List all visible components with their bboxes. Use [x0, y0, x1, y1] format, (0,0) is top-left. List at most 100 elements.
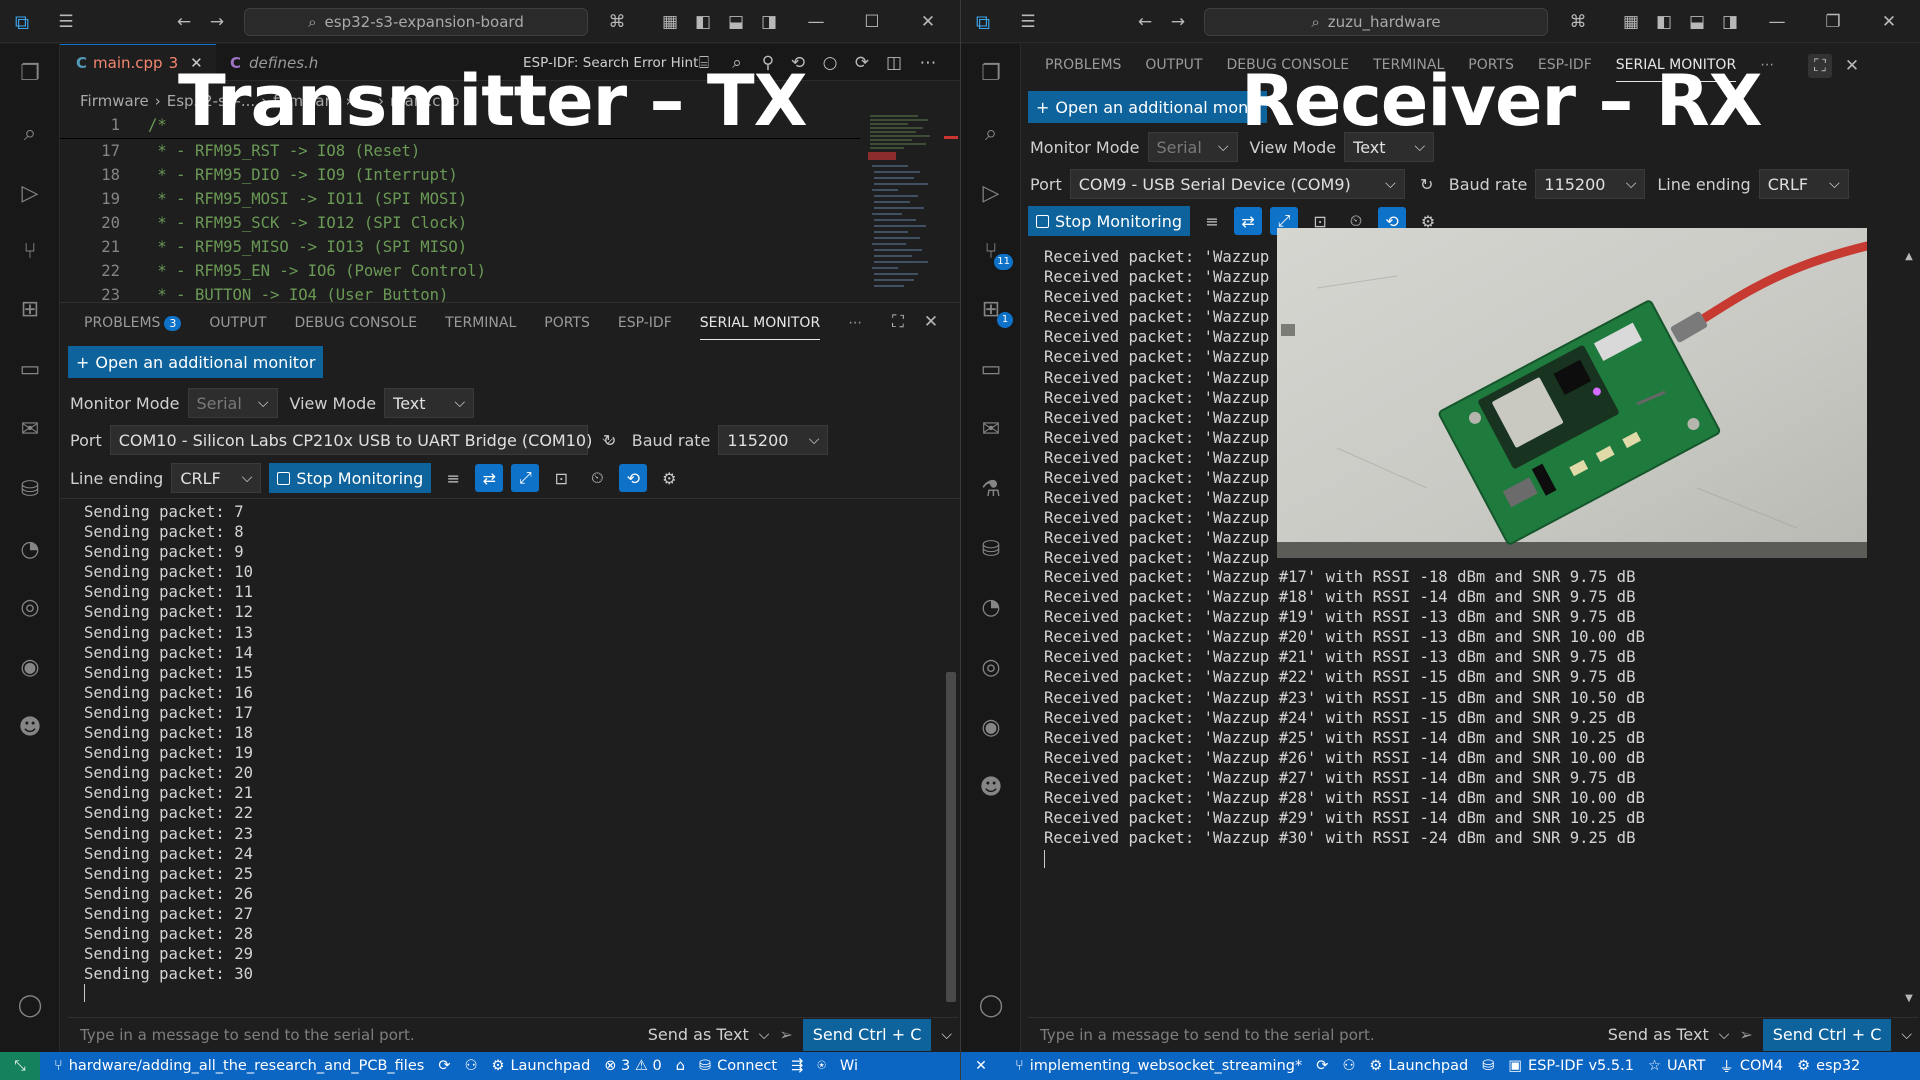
- copilot-icon[interactable]: ⌘: [1563, 10, 1593, 34]
- send-icon[interactable]: ➢: [779, 1025, 792, 1044]
- toggle-sidebar-icon[interactable]: ◧: [693, 10, 713, 34]
- database-icon[interactable]: ⛁: [0, 466, 60, 514]
- chat-icon[interactable]: ✉: [961, 406, 1021, 454]
- layout-icon[interactable]: ▦: [1621, 10, 1641, 34]
- platformio-icon[interactable]: ☻: [0, 704, 60, 752]
- copilot-icon[interactable]: ⌘: [602, 10, 632, 34]
- testing-icon[interactable]: ⚗: [961, 466, 1021, 514]
- tab-problems[interactable]: PROBLEMS: [1045, 57, 1121, 73]
- extensions-icon[interactable]: ⊞ 1: [961, 286, 1021, 334]
- forward-nav-icon[interactable]: ⟳: [852, 53, 872, 73]
- toggle-timestamp-icon[interactable]: ⇄: [1234, 207, 1263, 235]
- timeline-icon[interactable]: ◔: [0, 526, 60, 574]
- problems-indicator[interactable]: ⊗ 3 ⚠ 0: [604, 1058, 661, 1074]
- more-actions-icon[interactable]: ⋯: [918, 53, 938, 73]
- espressif-icon[interactable]: ◉: [961, 704, 1021, 752]
- docker-icon[interactable]: ◎: [0, 584, 60, 632]
- status-truncated[interactable]: Wi: [840, 1058, 858, 1074]
- menu-icon[interactable]: ☰: [54, 10, 78, 34]
- close-panel-icon[interactable]: ✕: [1842, 54, 1862, 78]
- send-ctrl-c-button[interactable]: Send Ctrl + C: [1762, 1018, 1892, 1051]
- run-debug-icon[interactable]: ▷: [961, 170, 1021, 218]
- chevron-down-icon[interactable]: ⌵: [1901, 1027, 1912, 1043]
- restore-icon[interactable]: ❐: [1823, 10, 1843, 34]
- baud-rate-select[interactable]: 115200 ⌵: [718, 425, 829, 455]
- clear-output-icon[interactable]: ≡: [1198, 207, 1226, 235]
- scroll-up-arrow-icon[interactable]: ▲: [1902, 250, 1916, 264]
- tab-problems[interactable]: PROBLEMS 3: [84, 315, 182, 331]
- menu-icon[interactable]: ☰: [1016, 10, 1040, 34]
- esp-idf-version[interactable]: ESP-IDF v5.5.1: [1528, 1058, 1634, 1074]
- open-additional-monitor-button[interactable]: + Open an additional monitor: [68, 346, 324, 378]
- docker-icon[interactable]: ◎: [961, 644, 1021, 692]
- tab-terminal[interactable]: TERMINAL: [445, 315, 516, 331]
- maximize-icon[interactable]: ☐: [862, 10, 882, 34]
- remote-explorer-icon[interactable]: ▭: [0, 346, 60, 394]
- toggle-autoscroll-icon[interactable]: ⤢: [511, 464, 540, 492]
- remote-explorer-icon[interactable]: ▭: [961, 346, 1021, 394]
- back-arrow-icon[interactable]: ←: [1133, 10, 1157, 34]
- view-mode-select[interactable]: Text ⌵: [384, 388, 475, 418]
- graph-icon[interactable]: ⚇: [464, 1058, 477, 1074]
- platformio-icon[interactable]: ☻: [961, 764, 1021, 812]
- remote-indicator-icon[interactable]: ✕: [961, 1052, 1001, 1080]
- source-control-icon[interactable]: ⑂ 11: [961, 228, 1021, 276]
- sync-icon[interactable]: ⟳: [1316, 1058, 1328, 1074]
- chevron-down-icon[interactable]: ⌵: [1719, 1027, 1730, 1043]
- more-tabs-icon[interactable]: ⋯: [1760, 57, 1774, 73]
- restore-panel-icon[interactable]: ⛶: [1808, 54, 1832, 78]
- remote-indicator-icon[interactable]: ⤡: [0, 1052, 40, 1080]
- tab-output[interactable]: OUTPUT: [209, 315, 266, 331]
- graph-icon[interactable]: ⚇: [1342, 1058, 1355, 1074]
- reconnect-icon[interactable]: ⟲: [619, 464, 648, 492]
- connect-item[interactable]: Connect: [717, 1058, 777, 1074]
- command-center-search[interactable]: ⌕ esp32-s3-expansion-board: [244, 8, 588, 36]
- source-control-icon[interactable]: ⑂: [0, 228, 60, 276]
- send-as-select[interactable]: Send as Text: [1608, 1025, 1709, 1044]
- uart-item[interactable]: UART: [1667, 1058, 1705, 1074]
- toggle-secondary-sidebar-icon[interactable]: ◨: [1720, 10, 1740, 34]
- monitor-mode-select[interactable]: Serial ⌵: [1147, 132, 1238, 162]
- split-editor-icon[interactable]: ◫: [884, 53, 904, 73]
- tab-ports[interactable]: PORTS: [544, 315, 590, 331]
- clear-output-icon[interactable]: ≡: [439, 464, 467, 492]
- forward-arrow-icon[interactable]: →: [1166, 10, 1190, 34]
- monitor-settings-icon[interactable]: ⚙: [655, 464, 683, 492]
- target-item[interactable]: esp32: [1816, 1058, 1860, 1074]
- account-icon[interactable]: ◯: [961, 982, 1021, 1030]
- branch-name[interactable]: hardware/adding_all_the_research_and_PCB…: [69, 1058, 425, 1074]
- send-as-select[interactable]: Send as Text: [648, 1025, 749, 1044]
- home-icon[interactable]: ⌂: [676, 1058, 685, 1074]
- chevron-down-icon[interactable]: ⌵: [941, 1027, 952, 1043]
- minimize-icon[interactable]: —: [1767, 10, 1787, 34]
- com-port-item[interactable]: COM4: [1740, 1058, 1783, 1074]
- tab-output[interactable]: OUTPUT: [1145, 57, 1202, 73]
- more-tabs-icon[interactable]: ⋯: [848, 315, 862, 331]
- launchpad-item[interactable]: Launchpad: [510, 1058, 590, 1074]
- branch-name[interactable]: implementing_websocket_streaming*: [1030, 1058, 1303, 1074]
- tab-serial-monitor[interactable]: SERIAL MONITOR: [699, 315, 821, 340]
- sync-icon[interactable]: ⟳: [438, 1058, 450, 1074]
- run-debug-icon[interactable]: ▷: [0, 170, 60, 218]
- open-additional-monitor-button[interactable]: + Open an additional monit: [1028, 91, 1268, 123]
- stop-monitoring-button[interactable]: Stop Monitoring: [1028, 206, 1191, 236]
- send-ctrl-c-button[interactable]: Send Ctrl + C: [802, 1018, 932, 1051]
- database-icon[interactable]: ⛁: [961, 526, 1021, 574]
- timeline-icon[interactable]: ◔: [961, 584, 1021, 632]
- toggle-timestamp-icon[interactable]: ⇄: [475, 464, 504, 492]
- go-icon[interactable]: ○: [820, 53, 840, 73]
- live-share-icon[interactable]: ⇶: [791, 1058, 803, 1074]
- scrollbar[interactable]: [946, 672, 956, 1002]
- command-center-search[interactable]: ⌕ zuzu_hardware: [1204, 8, 1548, 36]
- close-window-icon[interactable]: ✕: [1879, 10, 1899, 34]
- terminal-icon[interactable]: ⊡: [547, 464, 575, 492]
- account-icon[interactable]: ◯: [0, 982, 60, 1030]
- monitor-mode-select[interactable]: Serial ⌵: [187, 388, 278, 418]
- copilot-status-icon[interactable]: ⍟: [817, 1058, 826, 1074]
- send-icon[interactable]: ➢: [1739, 1025, 1752, 1044]
- search-view-icon[interactable]: ⌕: [961, 110, 1021, 158]
- tab-esp-idf[interactable]: ESP-IDF: [618, 315, 672, 331]
- launchpad-item[interactable]: Launchpad: [1388, 1058, 1468, 1074]
- toggle-panel-icon[interactable]: ⬓: [1687, 10, 1707, 34]
- stop-monitoring-button[interactable]: Stop Monitoring: [269, 463, 432, 493]
